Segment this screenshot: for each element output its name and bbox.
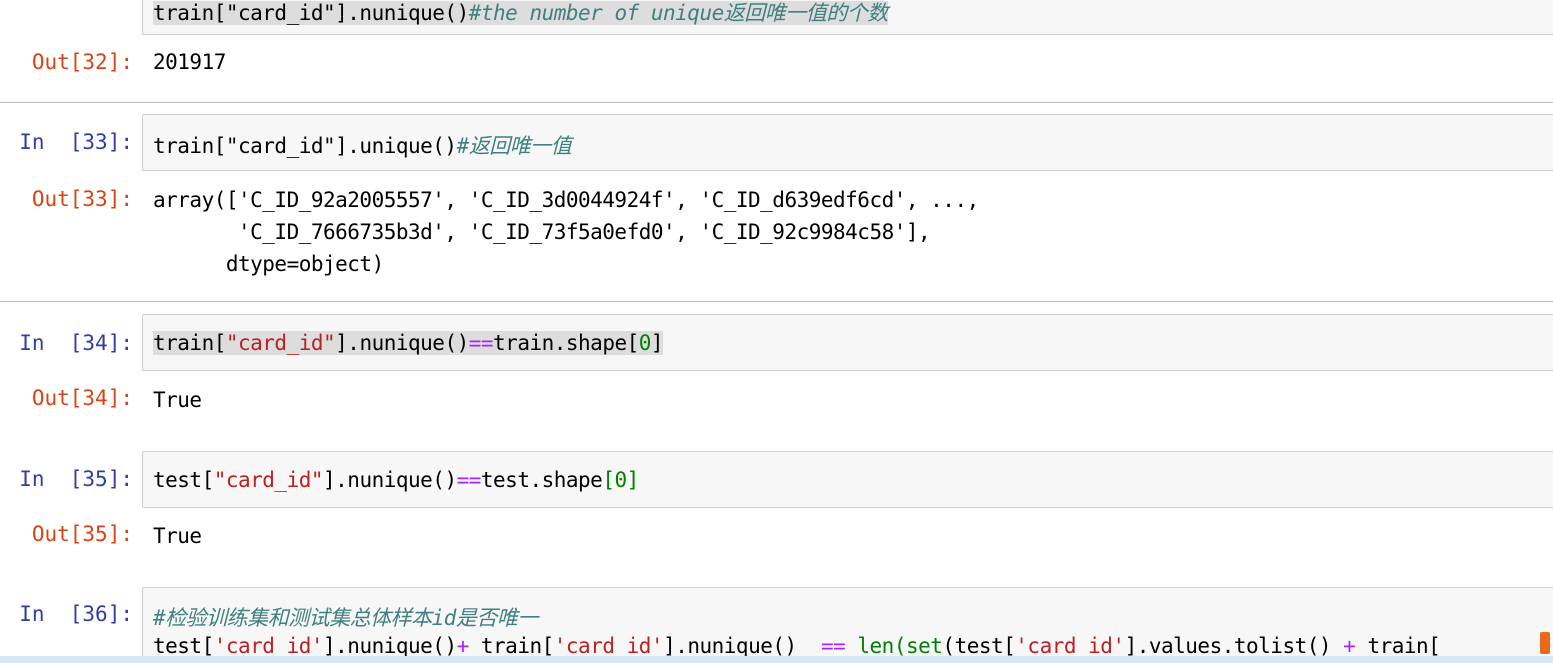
code-operator: + bbox=[456, 634, 470, 658]
code-token: test[ bbox=[153, 468, 214, 492]
output-text: True bbox=[153, 524, 202, 548]
code-token: (test[ bbox=[942, 634, 1016, 658]
input-prompt: In [34]: bbox=[19, 331, 133, 355]
code-partial: train["card_id"].nunique() bbox=[153, 1, 469, 25]
code-line: test["card_id"].nunique()==test.shape[0] bbox=[153, 468, 639, 492]
code-token: train[ bbox=[468, 634, 554, 658]
code-cell-input[interactable]: train["card_id"].nunique()#the number of… bbox=[142, 0, 1553, 35]
code-string: 'card_id' bbox=[553, 634, 664, 658]
output-line: dtype=object) bbox=[153, 252, 384, 276]
code-line: test['card_id'].nunique()+ train['card_i… bbox=[153, 634, 1441, 658]
code-token: test[ bbox=[153, 634, 214, 658]
code-token: ].nunique() bbox=[663, 634, 821, 658]
code-token: ] bbox=[650, 331, 664, 355]
code-text: train["card_id"].unique() bbox=[153, 134, 457, 158]
output-text: True bbox=[153, 388, 202, 412]
output-prompt: Out[34]: bbox=[31, 386, 133, 410]
input-prompt: In [35]: bbox=[19, 467, 133, 491]
code-string: 'card_id' bbox=[213, 634, 324, 658]
cell-separator bbox=[0, 102, 1553, 103]
code-number: 0 bbox=[638, 331, 652, 355]
code-line: train["card_id"].nunique()==train.shape[… bbox=[153, 331, 664, 355]
input-prompt: In [33]: bbox=[19, 130, 133, 154]
code-operator: + bbox=[1343, 634, 1356, 658]
notebook-view: train["card_id"].nunique()#the number of… bbox=[0, 0, 1553, 663]
code-token: ].nunique() bbox=[323, 468, 457, 492]
cell-separator bbox=[0, 301, 1553, 302]
code-token: train.shape[ bbox=[493, 331, 639, 355]
output-line: array(['C_ID_92a2005557', 'C_ID_3d004492… bbox=[153, 188, 979, 212]
code-builtin: set bbox=[905, 634, 943, 658]
output-prompt: Out[35]: bbox=[31, 522, 133, 546]
code-cell-input[interactable]: train["card_id"].nunique()==train.shape[… bbox=[142, 314, 1553, 371]
code-line: train["card_id"].nunique()#the number of… bbox=[153, 0, 888, 27]
cursor-marker-icon bbox=[1540, 632, 1550, 654]
output-prompt: Out[32]: bbox=[31, 50, 133, 74]
code-token: ].nunique() bbox=[335, 331, 469, 355]
code-cell-input[interactable]: test["card_id"].nunique()==test.shape[0] bbox=[142, 451, 1553, 508]
code-string: 'card_id' bbox=[1015, 634, 1125, 658]
code-comment: #the number of unique返回唯一值的个数 bbox=[468, 1, 889, 25]
output-prompt: Out[33]: bbox=[31, 187, 133, 211]
code-token: test.shape bbox=[480, 468, 603, 492]
code-comment: #检验训练集和测试集总体样本id是否唯一 bbox=[153, 606, 538, 630]
code-number: [0] bbox=[602, 468, 639, 492]
input-prompt: In [36]: bbox=[19, 602, 133, 626]
code-token: train[ bbox=[153, 331, 226, 355]
code-token: ].nunique() bbox=[323, 634, 457, 658]
code-string: "card_id" bbox=[225, 331, 336, 355]
code-operator: == bbox=[456, 468, 482, 492]
output-line: 'C_ID_7666735b3d', 'C_ID_73f5a0efd0', 'C… bbox=[153, 220, 931, 244]
code-cell-input[interactable]: train["card_id"].unique()#返回唯一值 bbox=[142, 114, 1553, 171]
code-operator: == bbox=[820, 634, 846, 658]
code-text: train["card_id"].nunique()==train.shape[… bbox=[153, 331, 664, 355]
code-text: train["card_id"].nunique()#the number of… bbox=[153, 1, 888, 25]
code-cell-input[interactable]: #检验训练集和测试集总体样本id是否唯一 test['card_id'].nun… bbox=[142, 587, 1553, 663]
bottom-bar bbox=[0, 656, 1553, 663]
code-builtin: len bbox=[857, 634, 894, 658]
output-text: 201917 bbox=[153, 50, 226, 74]
code-comment: #返回唯一值 bbox=[456, 134, 572, 158]
code-operator: == bbox=[468, 331, 494, 355]
code-token: ].values.tolist() bbox=[1124, 634, 1344, 658]
code-line: train["card_id"].unique()#返回唯一值 bbox=[153, 130, 572, 160]
code-paren: ( bbox=[893, 634, 907, 658]
code-token: train[ bbox=[1355, 634, 1441, 658]
code-string: "card_id" bbox=[213, 468, 324, 492]
